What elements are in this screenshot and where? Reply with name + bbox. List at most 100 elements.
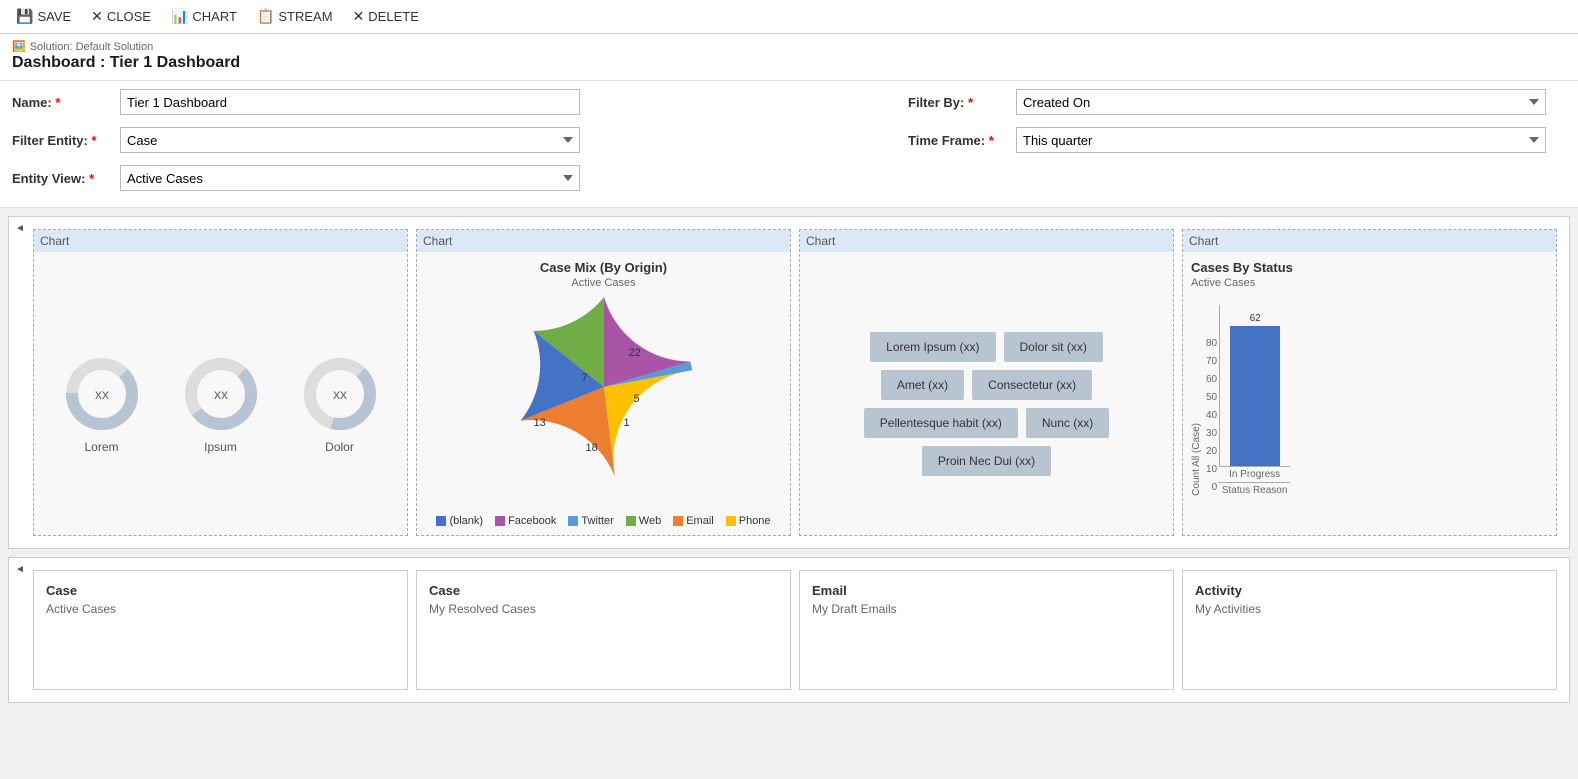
delete-button[interactable]: ✕ DELETE [345,5,427,28]
solution-icon: 🖼️ [12,40,26,53]
list-panel-4: Activity My Activities [1182,570,1557,690]
list-title-1: Case [46,583,395,598]
filter-by-select[interactable]: Created On [1016,89,1546,115]
svg-text:xx: xx [95,386,109,402]
chart-panel-1: Chart xx Lorem [33,229,408,536]
pie-chart-container: Case Mix (By Origin) Active Cases [425,260,782,527]
delete-icon: ✕ [353,8,365,25]
chart4-header: Chart [1183,230,1556,252]
save-icon: 💾 [16,8,33,25]
chart-panel-3: Chart Lorem Ipsum (xx) Dolor sit (xx) Am… [799,229,1174,536]
name-label: Name: * [12,95,112,110]
list-title-2: Case [429,583,778,598]
list-sub-2: My Resolved Cases [429,602,778,616]
donut-label-1: Lorem [84,440,118,454]
solution-label: 🖼️ Solution: Default Solution [12,40,1566,53]
donut-label-2: Ipsum [204,440,237,454]
chart-icon: 📊 [171,8,188,25]
save-button[interactable]: 💾 SAVE [8,5,79,28]
name-input[interactable] [120,89,580,115]
pie-title: Case Mix (By Origin) [540,260,667,275]
list-title-3: Email [812,583,1161,598]
grid-btn-nunc[interactable]: Nunc (xx) [1026,408,1109,438]
main-content: ◄ Chart xx Lorem [0,208,1578,719]
time-frame-select[interactable]: This quarter [1016,127,1546,153]
close-icon: ✕ [91,8,103,25]
list-sub-4: My Activities [1195,602,1544,616]
donut-svg-1: xx [62,354,142,434]
grid-btn-proin[interactable]: Proin Nec Dui (xx) [922,446,1051,476]
y-axis-label: Count All (Case) [1191,423,1202,496]
bar-chart-container: Cases By Status Active Cases Count All (… [1191,260,1548,527]
legend-facebook: Facebook [495,515,556,527]
legend-email: Email [673,515,714,527]
charts-collapse-button[interactable]: ◄ [13,221,27,235]
page-title: Dashboard : Tier 1 Dashboard [12,54,1566,72]
donuts-row: xx Lorem xx Ipsum [42,354,399,454]
entity-view-label: Entity View: * [12,171,112,186]
y-axis-ticks: 80 70 60 50 40 30 20 10 0 [1206,334,1217,496]
grid-btn-consectetur[interactable]: Consectetur (xx) [972,370,1092,400]
legend-twitter: Twitter [568,515,613,527]
grid-btn-lorem-ipsum[interactable]: Lorem Ipsum (xx) [870,332,995,362]
buttons-row-2: Amet (xx) Consectetur (xx) [881,370,1092,400]
grid-btn-pellentesque[interactable]: Pellentesque habit (xx) [864,408,1018,438]
donut-svg-2: xx [181,354,261,434]
stream-button[interactable]: 📋 STREAM [249,5,341,28]
lists-section: ◄ Case Active Cases Case My Resolved Cas… [8,557,1570,703]
toolbar: 💾 SAVE ✕ CLOSE 📊 CHART 📋 STREAM ✕ DELETE [0,0,1578,34]
buttons-grid: Lorem Ipsum (xx) Dolor sit (xx) Amet (xx… [808,280,1165,527]
chart1-header: Chart [34,230,407,252]
entity-view-select[interactable]: Active Cases [120,165,580,191]
svg-text:xx: xx [333,386,347,402]
lists-collapse-button[interactable]: ◄ [13,562,27,576]
pie-svg [514,297,694,477]
bar-area: 62 [1219,305,1290,467]
bar-x-label: In Progress [1219,467,1290,480]
pie-subtitle: Active Cases [571,277,635,289]
bar-rect [1230,326,1280,466]
time-frame-label: Time Frame: * [908,133,1008,148]
chart-button[interactable]: 📊 CHART [163,5,245,28]
form-area: Name: * Filter Entity: * Case Entity Vie… [0,81,1578,208]
donut-item-1: xx Lorem [62,354,142,454]
filter-entity-select[interactable]: Case [120,127,580,153]
list-panel-3: Email My Draft Emails [799,570,1174,690]
chart-panel-4: Chart Cases By Status Active Cases Count… [1182,229,1557,536]
chart-panel-2: Chart Case Mix (By Origin) Active Cases [416,229,791,536]
filter-by-label: Filter By: * [908,95,1008,110]
bar-title: Cases By Status [1191,260,1293,275]
charts-section: ◄ Chart xx Lorem [8,216,1570,549]
pie-legend: (blank) Facebook Twitter [436,505,770,527]
donut-item-3: xx Dolor [300,354,380,454]
buttons-row-1: Lorem Ipsum (xx) Dolor sit (xx) [870,332,1103,362]
svg-text:xx: xx [214,386,228,402]
bar-columns: 62 In Progress Status Reason [1219,305,1290,496]
stream-icon: 📋 [257,8,274,25]
grid-btn-dolor-sit[interactable]: Dolor sit (xx) [1004,332,1103,362]
grid-btn-amet[interactable]: Amet (xx) [881,370,964,400]
bar-chart-wrapper: Count All (Case) 80 70 60 50 40 30 20 10… [1191,305,1548,496]
bar-x-axis-label: Status Reason [1219,482,1290,496]
buttons-row-4: Proin Nec Dui (xx) [922,446,1051,476]
legend-blank: (blank) [436,515,483,527]
donut-svg-3: xx [300,354,380,434]
close-button[interactable]: ✕ CLOSE [83,5,159,28]
filter-entity-label: Filter Entity: * [12,133,112,148]
list-sub-3: My Draft Emails [812,602,1161,616]
bar-column: 62 [1230,313,1280,466]
list-sub-1: Active Cases [46,602,395,616]
bar-subtitle: Active Cases [1191,277,1255,289]
legend-web: Web [626,515,661,527]
chart2-header: Chart [417,230,790,252]
list-title-4: Activity [1195,583,1544,598]
donut-container: xx Lorem xx Ipsum [42,260,399,527]
list-panel-2: Case My Resolved Cases [416,570,791,690]
donut-label-3: Dolor [325,440,354,454]
legend-phone: Phone [726,515,771,527]
chart3-header: Chart [800,230,1173,252]
lists-container: Case Active Cases Case My Resolved Cases… [9,558,1569,702]
page-header: 🖼️ Solution: Default Solution Dashboard … [0,34,1578,81]
charts-container: Chart xx Lorem [9,217,1569,548]
buttons-row-3: Pellentesque habit (xx) Nunc (xx) [864,408,1109,438]
